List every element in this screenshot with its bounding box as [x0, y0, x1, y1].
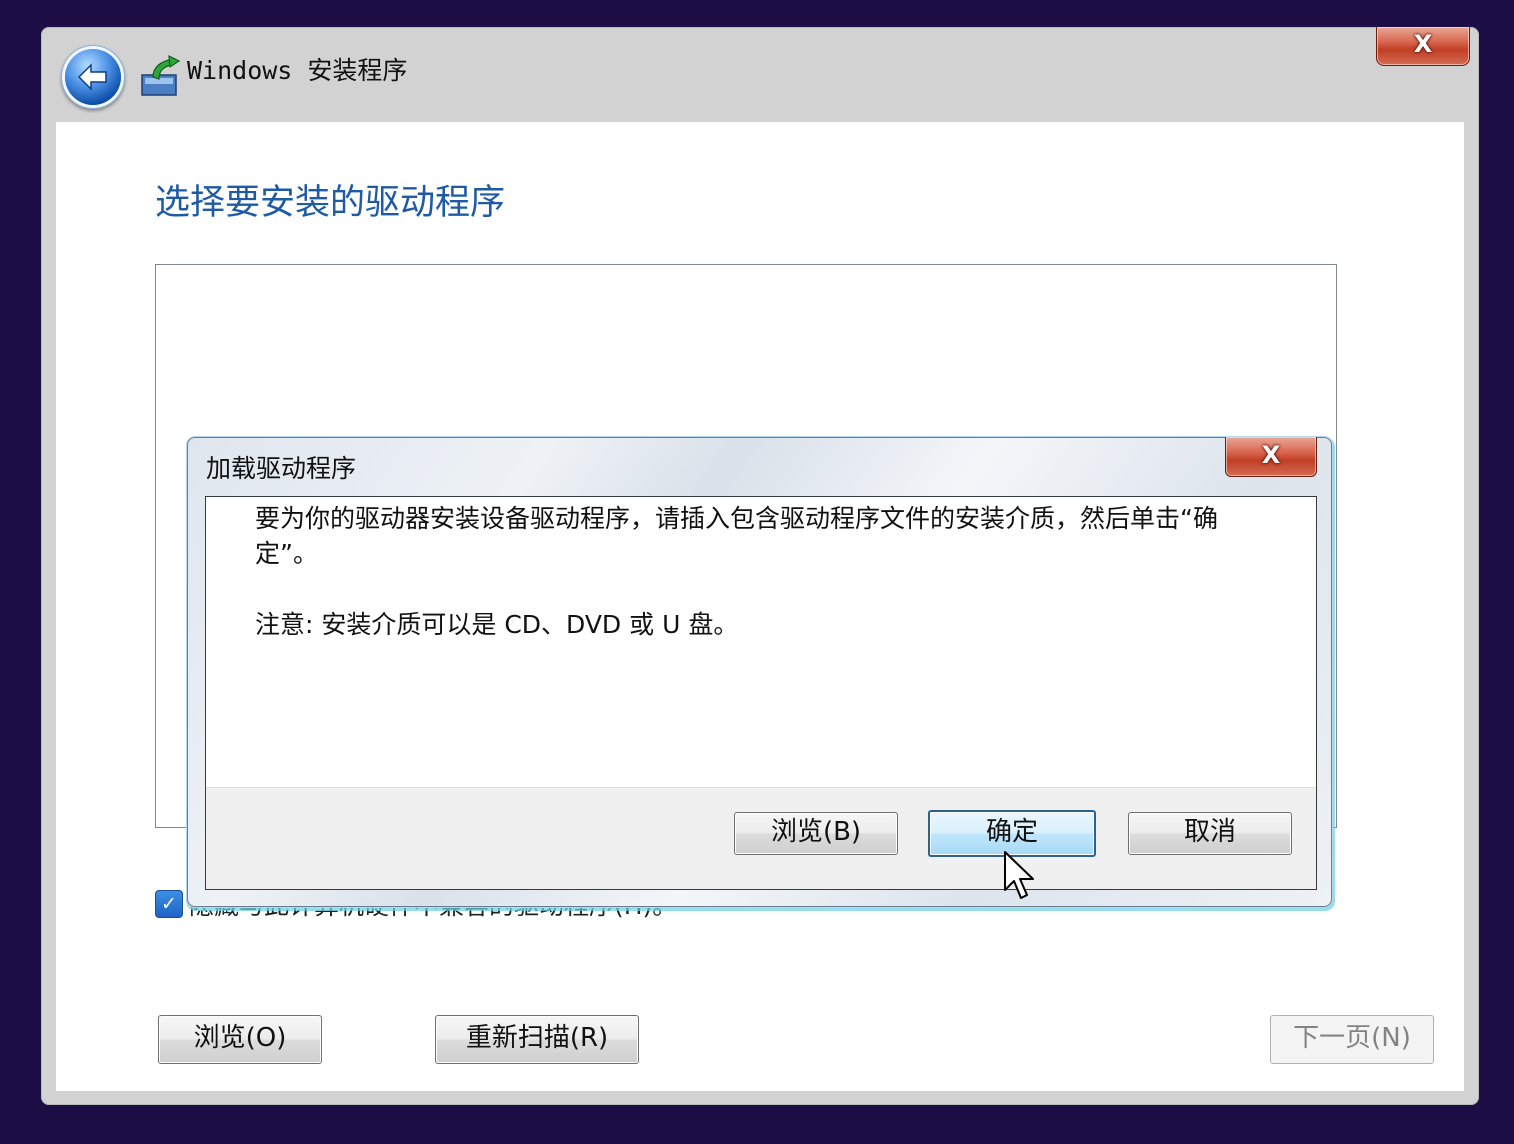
dialog-footer: 浏览(B) 确定 取消 [206, 787, 1316, 889]
window-title: Windows 安装程序 [187, 56, 408, 85]
load-driver-dialog: 加载驱动程序 X 要为你的驱动器安装设备驱动程序，请插入包含驱动程序文件的安装介… [187, 437, 1332, 907]
dialog-client-area: 要为你的驱动器安装设备驱动程序，请插入包含驱动程序文件的安装介质，然后单击“确定… [205, 496, 1317, 890]
dialog-browse-button[interactable]: 浏览(B) [734, 812, 898, 855]
mouse-pointer-icon [1003, 850, 1039, 904]
browse-button[interactable]: 浏览(O) [158, 1015, 322, 1064]
dialog-body: 要为你的驱动器安装设备驱动程序，请插入包含驱动程序文件的安装介质，然后单击“确定… [206, 497, 1316, 787]
rescan-button[interactable]: 重新扫描(R) [435, 1015, 639, 1064]
setup-app-icon [139, 54, 183, 97]
back-arrow-icon [77, 63, 107, 91]
hide-incompatible-checkbox[interactable]: ✓ [155, 890, 183, 918]
dialog-message: 要为你的驱动器安装设备驱动程序，请插入包含驱动程序文件的安装介质，然后单击“确定… [255, 504, 1218, 568]
window-close-button[interactable]: X [1376, 27, 1470, 66]
back-button[interactable] [65, 49, 121, 105]
dialog-close-button[interactable]: X [1225, 437, 1317, 477]
next-button[interactable]: 下一页(N) [1270, 1015, 1434, 1064]
checkmark-icon: ✓ [161, 893, 177, 915]
dialog-title: 加载驱动程序 [206, 454, 357, 483]
page-title: 选择要安装的驱动程序 [155, 183, 506, 223]
dialog-note: 注意: 安装介质可以是 CD、DVD 或 U 盘。 [255, 610, 739, 639]
dialog-cancel-button[interactable]: 取消 [1128, 812, 1292, 855]
